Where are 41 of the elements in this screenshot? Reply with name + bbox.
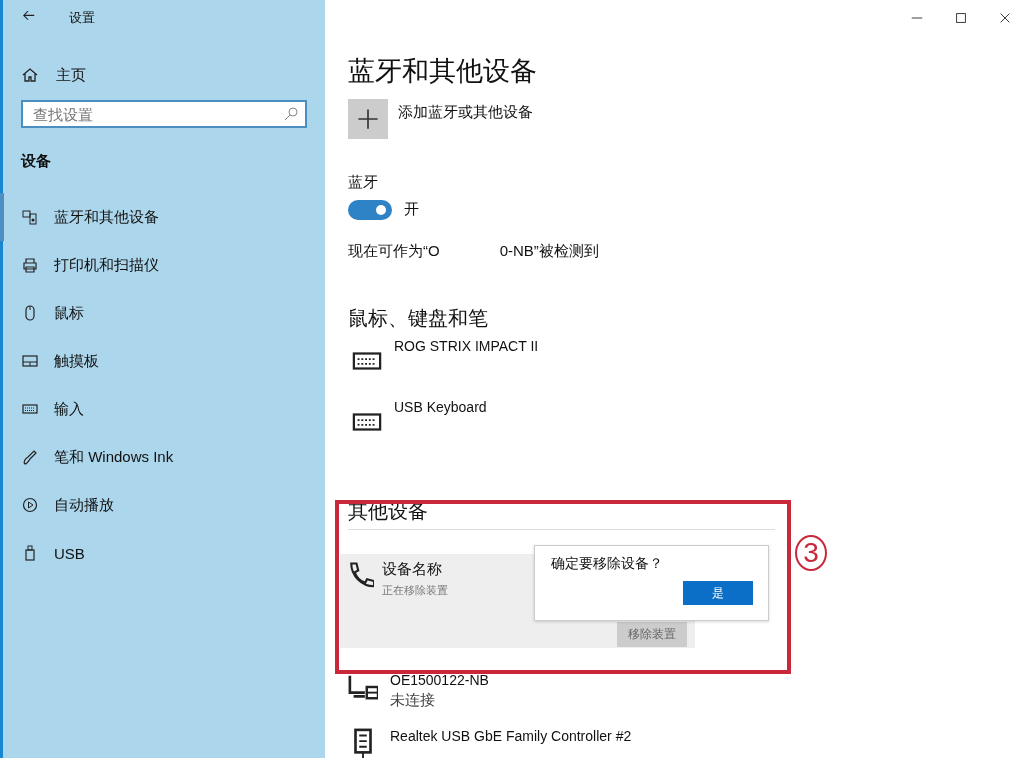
page-title: 蓝牙和其他设备 (348, 55, 538, 89)
discoverable-text: 0-NB”被检测到 (499, 241, 599, 261)
add-device-label[interactable]: 添加蓝牙或其他设备 (398, 102, 533, 139)
add-device-button[interactable] (348, 98, 388, 139)
sidebar-item[interactable]: 触摸板 (0, 337, 325, 385)
device-item[interactable]: Realtek USB GbE Family Controller #2 (348, 728, 1034, 758)
device-name: 设备名称 (382, 559, 443, 579)
sidebar-item[interactable]: USB (0, 529, 325, 577)
section-heading: 鼠标、键盘和笔 (348, 305, 489, 331)
bluetooth-toggle[interactable] (348, 199, 392, 220)
device-item[interactable]: OE1500122-NB 未连接 (348, 672, 1034, 710)
maximize-icon[interactable] (954, 10, 968, 25)
device-status: 正在移除装置 (382, 582, 448, 598)
sidebar-item[interactable]: 自动播放 (0, 481, 325, 529)
devices-icon (22, 209, 38, 225)
sidebar-item[interactable]: 输入 (0, 385, 325, 433)
device-item[interactable]: ROG STRIX IMPACT II (352, 337, 1034, 399)
sidebar-item[interactable]: 打印机和扫描仪 (0, 241, 325, 289)
confirm-question: 确定要移除设备？ (551, 555, 664, 573)
usb-drive-icon (22, 545, 38, 561)
home-icon (22, 67, 38, 83)
printer-icon (22, 257, 38, 273)
step-number: 3 (795, 535, 827, 571)
device-item[interactable]: USB Keyboard (352, 398, 1034, 460)
pen-icon (22, 449, 38, 465)
yes-button[interactable]: 是 (683, 581, 753, 605)
touchpad-icon (22, 353, 38, 369)
sidebar-item[interactable]: 笔和 Windows Ink (0, 433, 325, 481)
window-title: 设置 (69, 9, 95, 27)
search-field[interactable]: 查找设置 (21, 100, 307, 128)
keyboard-icon (22, 401, 38, 417)
mouse-icon (22, 305, 38, 321)
section-heading: 设备 (21, 152, 52, 171)
search-icon (283, 106, 299, 122)
toggle-state-text: 开 (404, 200, 419, 220)
sidebar-item[interactable]: 鼠标 (0, 289, 325, 337)
play-circle-icon (22, 497, 38, 513)
plus-icon (357, 107, 379, 130)
discoverable-text: 现在可作为“O (348, 241, 440, 261)
home-nav-item[interactable]: 主页 (22, 56, 325, 94)
bluetooth-label: 蓝牙 (348, 172, 379, 192)
